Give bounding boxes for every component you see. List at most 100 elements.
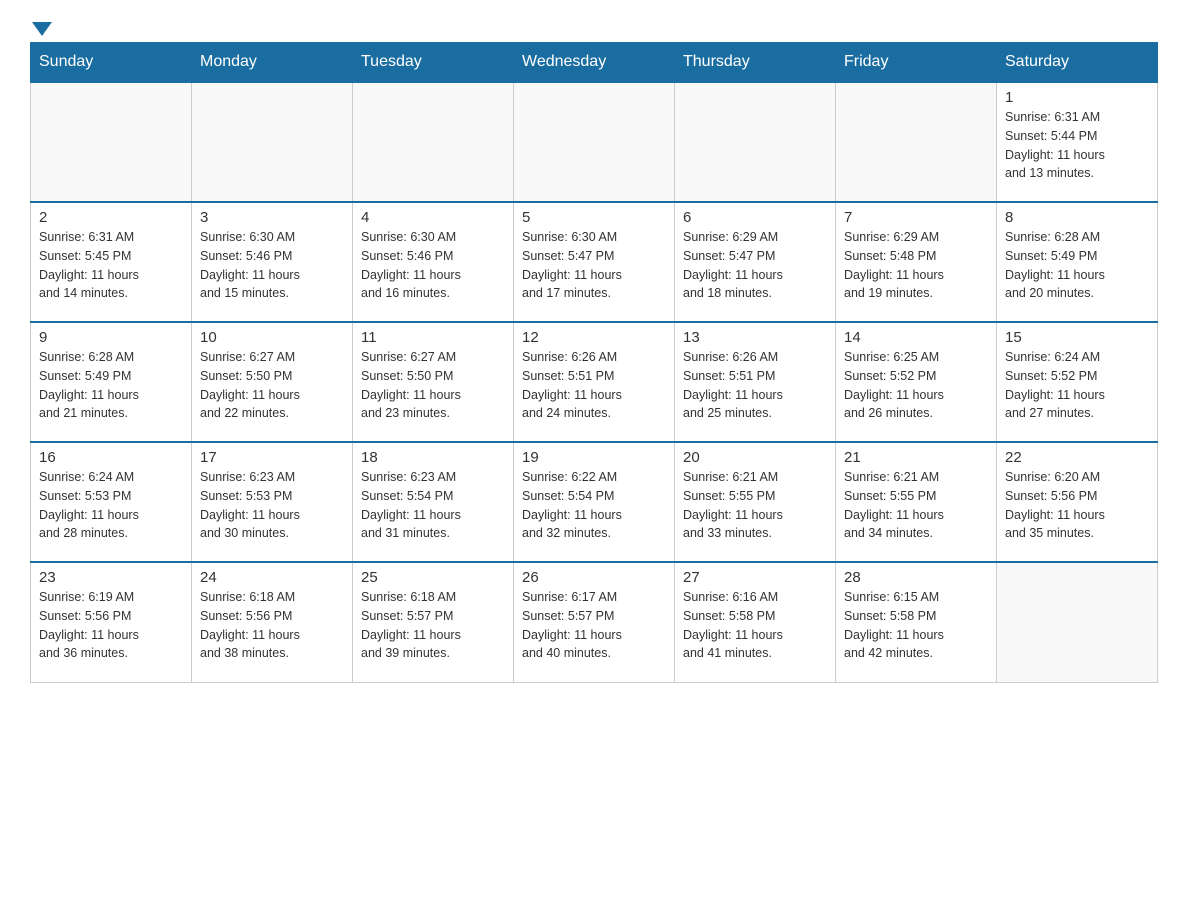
day-info: Sunrise: 6:27 AM Sunset: 5:50 PM Dayligh… — [361, 348, 505, 423]
day-of-week-header: Friday — [836, 43, 997, 83]
calendar-week-row: 2 Sunrise: 6:31 AM Sunset: 5:45 PM Daylig… — [31, 202, 1158, 322]
day-number: 25 — [361, 569, 505, 586]
day-number: 9 — [39, 329, 183, 346]
day-number: 15 — [1005, 329, 1149, 346]
calendar-cell: 26 Sunrise: 6:17 AM Sunset: 5:57 PM Dayli… — [514, 562, 675, 682]
calendar-week-row: 23 Sunrise: 6:19 AM Sunset: 5:56 PM Dayli… — [31, 562, 1158, 682]
calendar-cell — [192, 82, 353, 202]
calendar-cell: 2 Sunrise: 6:31 AM Sunset: 5:45 PM Daylig… — [31, 202, 192, 322]
calendar-cell: 8 Sunrise: 6:28 AM Sunset: 5:49 PM Daylig… — [997, 202, 1158, 322]
calendar-cell: 1 Sunrise: 6:31 AM Sunset: 5:44 PM Daylig… — [997, 82, 1158, 202]
day-number: 16 — [39, 449, 183, 466]
day-info: Sunrise: 6:21 AM Sunset: 5:55 PM Dayligh… — [683, 468, 827, 543]
day-number: 13 — [683, 329, 827, 346]
day-info: Sunrise: 6:28 AM Sunset: 5:49 PM Dayligh… — [39, 348, 183, 423]
day-info: Sunrise: 6:27 AM Sunset: 5:50 PM Dayligh… — [200, 348, 344, 423]
day-number: 14 — [844, 329, 988, 346]
calendar-cell: 21 Sunrise: 6:21 AM Sunset: 5:55 PM Dayli… — [836, 442, 997, 562]
calendar-cell: 17 Sunrise: 6:23 AM Sunset: 5:53 PM Dayli… — [192, 442, 353, 562]
day-of-week-header: Wednesday — [514, 43, 675, 83]
calendar-cell: 19Sunrise: 6:22 AM Sunset: 5:54 PM Dayli… — [514, 442, 675, 562]
calendar-cell: 23 Sunrise: 6:19 AM Sunset: 5:56 PM Dayli… — [31, 562, 192, 682]
day-number: 2 — [39, 209, 183, 226]
calendar-cell: 12 Sunrise: 6:26 AM Sunset: 5:51 PM Dayli… — [514, 322, 675, 442]
calendar-cell — [836, 82, 997, 202]
day-info: Sunrise: 6:29 AM Sunset: 5:47 PM Dayligh… — [683, 228, 827, 303]
day-info: Sunrise: 6:28 AM Sunset: 5:49 PM Dayligh… — [1005, 228, 1149, 303]
calendar-cell: 18 Sunrise: 6:23 AM Sunset: 5:54 PM Dayli… — [353, 442, 514, 562]
day-info: Sunrise: 6:22 AM Sunset: 5:54 PM Dayligh… — [522, 468, 666, 543]
day-info: Sunrise: 6:21 AM Sunset: 5:55 PM Dayligh… — [844, 468, 988, 543]
calendar-cell: 20 Sunrise: 6:21 AM Sunset: 5:55 PM Dayli… — [675, 442, 836, 562]
day-info: Sunrise: 6:17 AM Sunset: 5:57 PM Dayligh… — [522, 588, 666, 663]
day-of-week-header: Tuesday — [353, 43, 514, 83]
day-number: 4 — [361, 209, 505, 226]
calendar-cell: 10 Sunrise: 6:27 AM Sunset: 5:50 PM Dayli… — [192, 322, 353, 442]
logo-text — [30, 20, 52, 36]
day-number: 28 — [844, 569, 988, 586]
calendar-cell — [353, 82, 514, 202]
calendar-cell: 13 Sunrise: 6:26 AM Sunset: 5:51 PM Dayli… — [675, 322, 836, 442]
day-number: 10 — [200, 329, 344, 346]
calendar-week-row: 1 Sunrise: 6:31 AM Sunset: 5:44 PM Daylig… — [31, 82, 1158, 202]
day-of-week-header: Monday — [192, 43, 353, 83]
calendar-cell: 7Sunrise: 6:29 AM Sunset: 5:48 PM Daylig… — [836, 202, 997, 322]
page-header — [30, 20, 1158, 32]
day-number: 8 — [1005, 209, 1149, 226]
calendar-cell: 15 Sunrise: 6:24 AM Sunset: 5:52 PM Dayli… — [997, 322, 1158, 442]
day-of-week-header: Saturday — [997, 43, 1158, 83]
day-info: Sunrise: 6:18 AM Sunset: 5:57 PM Dayligh… — [361, 588, 505, 663]
day-info: Sunrise: 6:30 AM Sunset: 5:47 PM Dayligh… — [522, 228, 666, 303]
day-number: 27 — [683, 569, 827, 586]
day-number: 1 — [1005, 89, 1149, 106]
day-of-week-header: Sunday — [31, 43, 192, 83]
day-number: 18 — [361, 449, 505, 466]
calendar-cell: 16 Sunrise: 6:24 AM Sunset: 5:53 PM Dayli… — [31, 442, 192, 562]
calendar-cell — [997, 562, 1158, 682]
day-number: 3 — [200, 209, 344, 226]
day-number: 22 — [1005, 449, 1149, 466]
calendar-cell: 11 Sunrise: 6:27 AM Sunset: 5:50 PM Dayli… — [353, 322, 514, 442]
calendar-cell: 25 Sunrise: 6:18 AM Sunset: 5:57 PM Dayli… — [353, 562, 514, 682]
calendar-cell: 5 Sunrise: 6:30 AM Sunset: 5:47 PM Daylig… — [514, 202, 675, 322]
day-info: Sunrise: 6:23 AM Sunset: 5:54 PM Dayligh… — [361, 468, 505, 543]
day-number: 24 — [200, 569, 344, 586]
day-info: Sunrise: 6:15 AM Sunset: 5:58 PM Dayligh… — [844, 588, 988, 663]
day-info: Sunrise: 6:31 AM Sunset: 5:44 PM Dayligh… — [1005, 108, 1149, 183]
day-info: Sunrise: 6:26 AM Sunset: 5:51 PM Dayligh… — [683, 348, 827, 423]
day-info: Sunrise: 6:23 AM Sunset: 5:53 PM Dayligh… — [200, 468, 344, 543]
calendar-week-row: 16 Sunrise: 6:24 AM Sunset: 5:53 PM Dayli… — [31, 442, 1158, 562]
calendar-cell: 14 Sunrise: 6:25 AM Sunset: 5:52 PM Dayli… — [836, 322, 997, 442]
day-info: Sunrise: 6:19 AM Sunset: 5:56 PM Dayligh… — [39, 588, 183, 663]
calendar-cell: 3 Sunrise: 6:30 AM Sunset: 5:46 PM Daylig… — [192, 202, 353, 322]
day-number: 11 — [361, 329, 505, 346]
calendar-cell: 28 Sunrise: 6:15 AM Sunset: 5:58 PM Dayli… — [836, 562, 997, 682]
calendar-header-row: SundayMondayTuesdayWednesdayThursdayFrid… — [31, 43, 1158, 83]
day-number: 5 — [522, 209, 666, 226]
day-info: Sunrise: 6:24 AM Sunset: 5:53 PM Dayligh… — [39, 468, 183, 543]
day-number: 12 — [522, 329, 666, 346]
day-number: 17 — [200, 449, 344, 466]
logo-arrow-icon — [32, 22, 52, 36]
logo — [30, 20, 52, 32]
calendar-cell: 4Sunrise: 6:30 AM Sunset: 5:46 PM Daylig… — [353, 202, 514, 322]
day-info: Sunrise: 6:24 AM Sunset: 5:52 PM Dayligh… — [1005, 348, 1149, 423]
day-of-week-header: Thursday — [675, 43, 836, 83]
calendar-cell: 9 Sunrise: 6:28 AM Sunset: 5:49 PM Daylig… — [31, 322, 192, 442]
day-number: 23 — [39, 569, 183, 586]
day-info: Sunrise: 6:31 AM Sunset: 5:45 PM Dayligh… — [39, 228, 183, 303]
calendar-cell — [31, 82, 192, 202]
calendar-cell: 22 Sunrise: 6:20 AM Sunset: 5:56 PM Dayli… — [997, 442, 1158, 562]
day-number: 21 — [844, 449, 988, 466]
day-info: Sunrise: 6:30 AM Sunset: 5:46 PM Dayligh… — [200, 228, 344, 303]
day-number: 6 — [683, 209, 827, 226]
day-info: Sunrise: 6:20 AM Sunset: 5:56 PM Dayligh… — [1005, 468, 1149, 543]
day-info: Sunrise: 6:26 AM Sunset: 5:51 PM Dayligh… — [522, 348, 666, 423]
calendar-week-row: 9 Sunrise: 6:28 AM Sunset: 5:49 PM Daylig… — [31, 322, 1158, 442]
day-info: Sunrise: 6:25 AM Sunset: 5:52 PM Dayligh… — [844, 348, 988, 423]
day-info: Sunrise: 6:18 AM Sunset: 5:56 PM Dayligh… — [200, 588, 344, 663]
calendar-cell: 6 Sunrise: 6:29 AM Sunset: 5:47 PM Daylig… — [675, 202, 836, 322]
day-number: 20 — [683, 449, 827, 466]
day-number: 26 — [522, 569, 666, 586]
calendar-table: SundayMondayTuesdayWednesdayThursdayFrid… — [30, 42, 1158, 683]
